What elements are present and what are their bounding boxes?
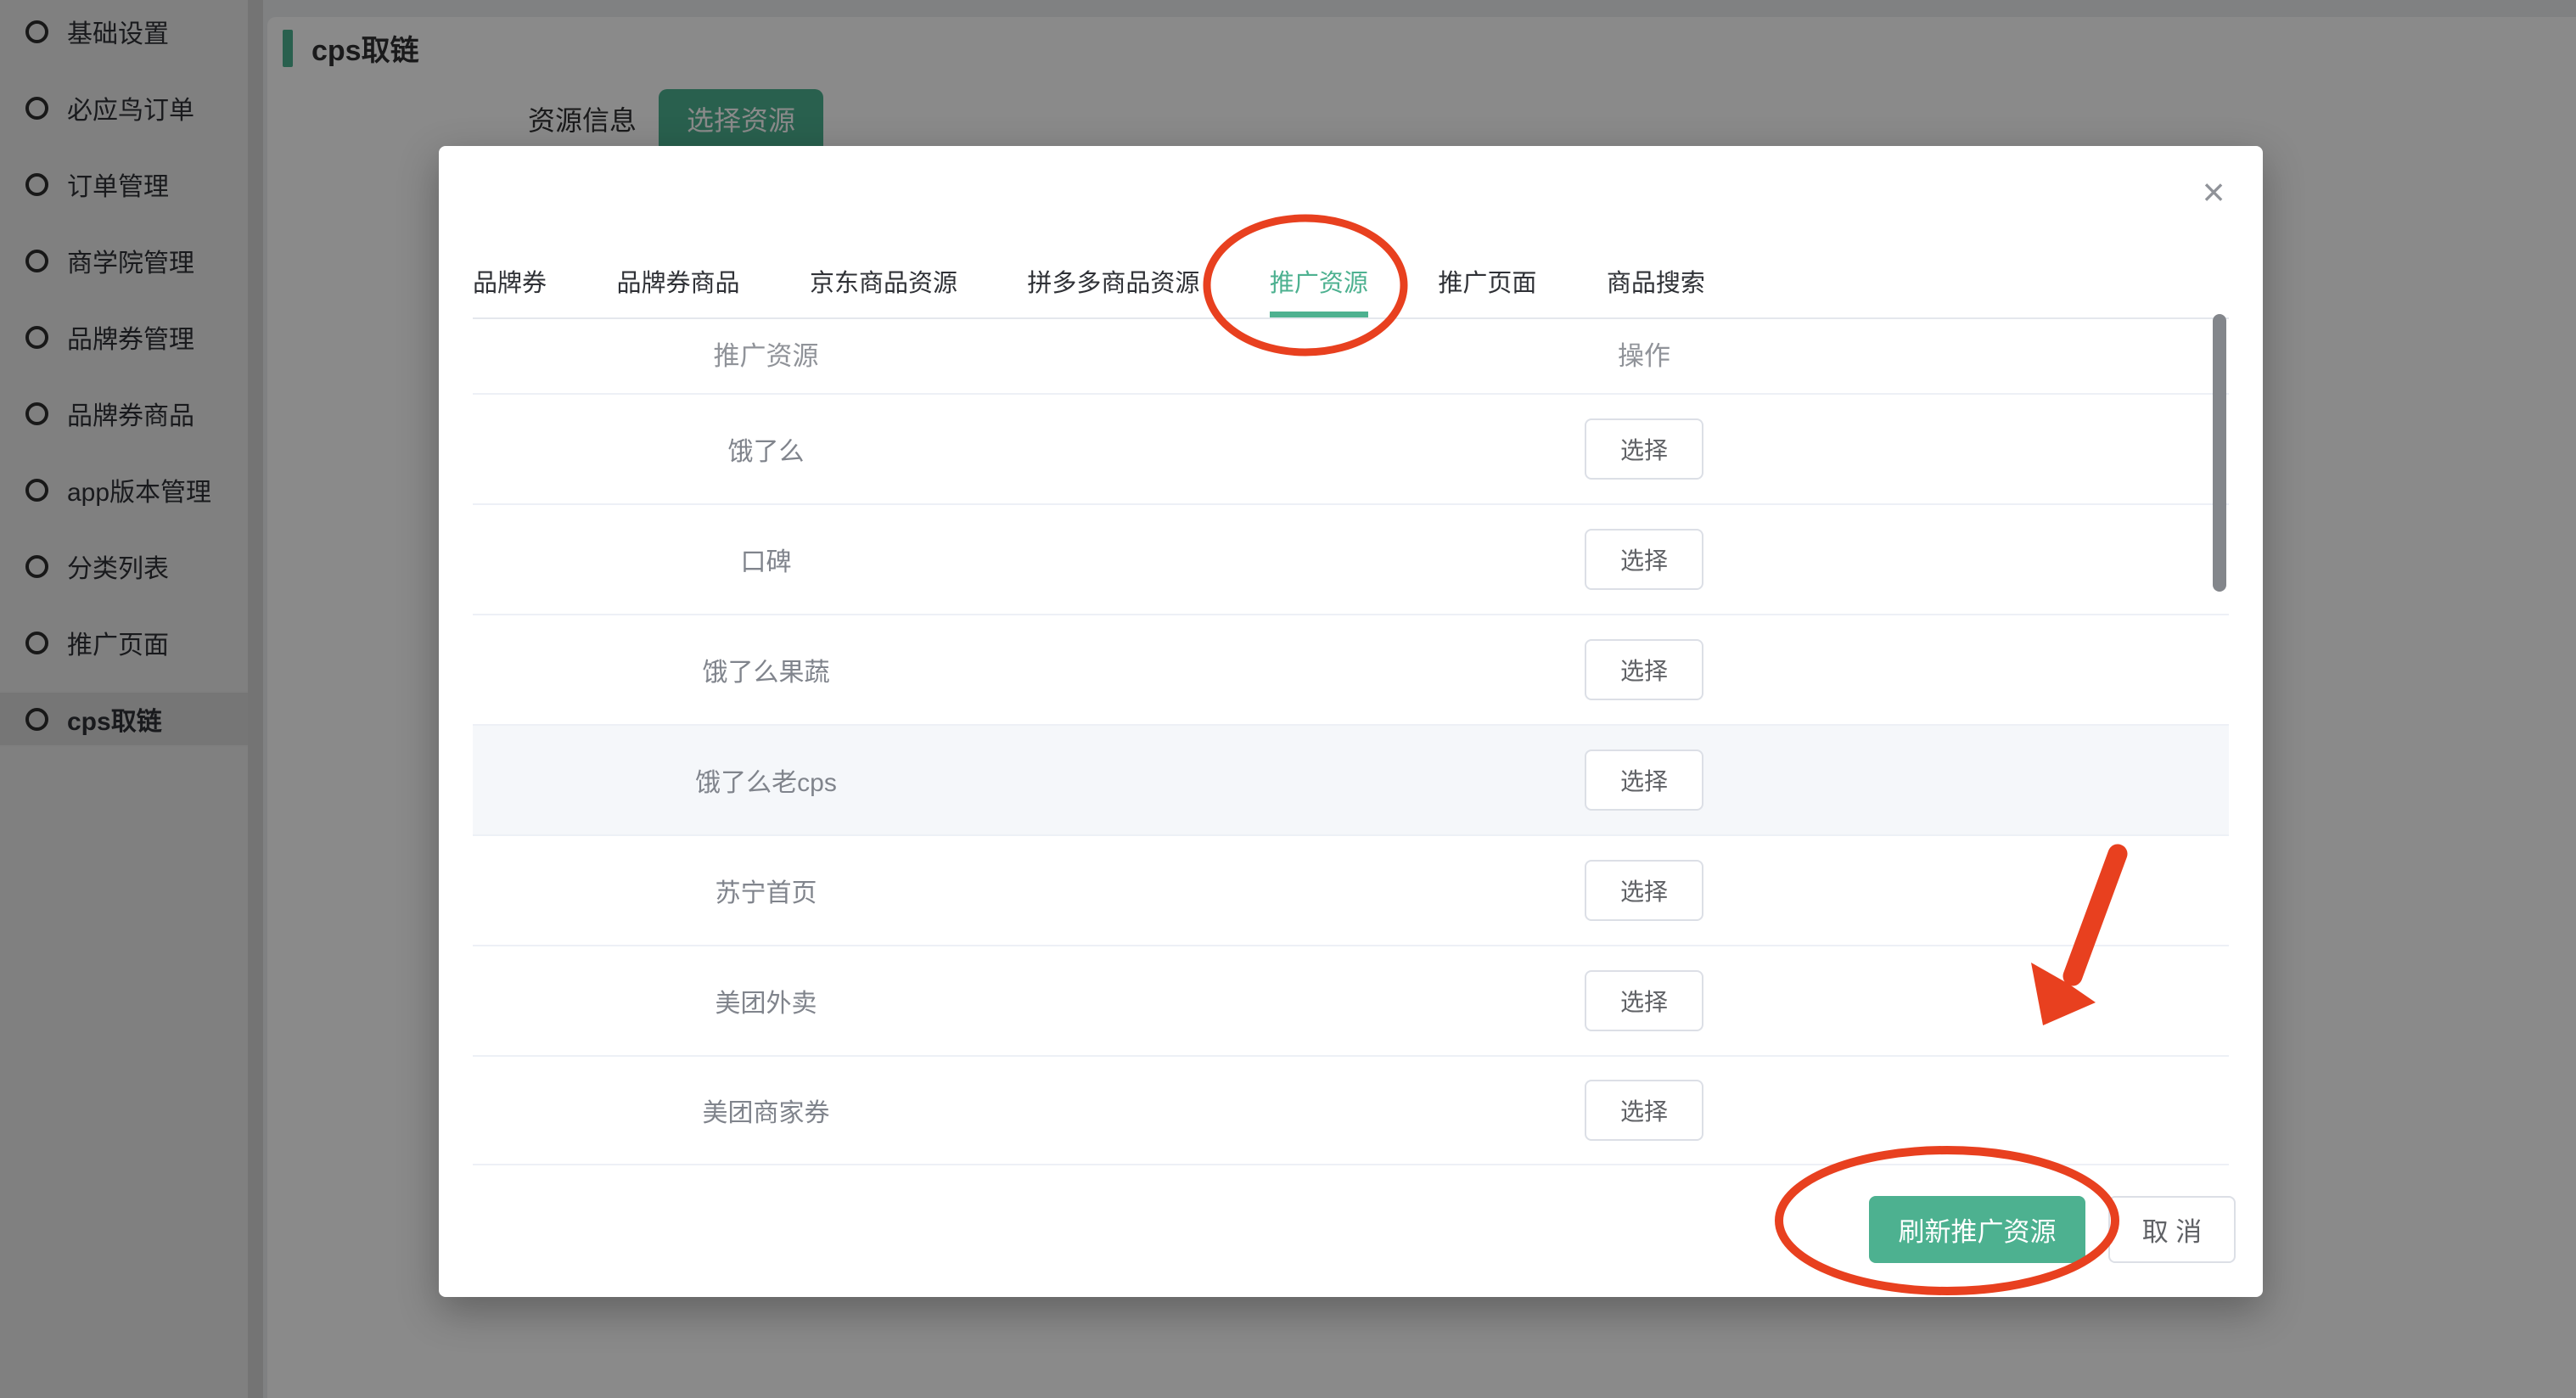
- dialog-tab-京东商品资源[interactable]: 京东商品资源: [810, 263, 957, 317]
- table-row: 苏宁首页 选择: [473, 834, 2229, 945]
- table-row: 饿了么 选择: [473, 393, 2229, 503]
- select-button[interactable]: 选择: [1585, 529, 1703, 590]
- select-button[interactable]: 选择: [1585, 1080, 1703, 1141]
- table-row: 口碑 选择: [473, 503, 2229, 614]
- table-row: 饿了么老cps 选择: [473, 724, 2229, 834]
- dialog-tab-推广资源[interactable]: 推广资源: [1270, 263, 1368, 317]
- table-row: 美团商家券 选择: [473, 1055, 2229, 1165]
- refresh-promotion-resources-button[interactable]: 刷新推广资源: [1869, 1196, 2085, 1263]
- select-button[interactable]: 选择: [1585, 639, 1703, 700]
- select-resource-dialog: × 品牌券 品牌券商品 京东商品资源 拼多多商品资源 推广资源 推广页面 商品搜…: [439, 146, 2263, 1297]
- table-scrollbar-thumb[interactable]: [2213, 314, 2226, 592]
- select-button[interactable]: 选择: [1585, 418, 1703, 480]
- table-row: 美团外卖 选择: [473, 945, 2229, 1055]
- resource-table: 推广资源 操作 饿了么 选择 口碑 选择 饿了么果蔬 选择 饿了么老cps 选择…: [473, 314, 2229, 1165]
- column-header-action: 操作: [1059, 334, 2229, 373]
- dialog-tab-品牌券商品[interactable]: 品牌券商品: [616, 263, 739, 317]
- column-header-resource: 推广资源: [473, 334, 1059, 373]
- dialog-tab-推广页面[interactable]: 推广页面: [1438, 263, 1536, 317]
- table-header-row: 推广资源 操作: [473, 314, 2229, 393]
- cancel-button[interactable]: 取 消: [2108, 1196, 2236, 1263]
- dialog-tabbar: 品牌券 品牌券商品 京东商品资源 拼多多商品资源 推广资源 推广页面 商品搜索: [473, 263, 2229, 319]
- select-button[interactable]: 选择: [1585, 750, 1703, 811]
- table-body: 饿了么 选择 口碑 选择 饿了么果蔬 选择 饿了么老cps 选择 苏宁首页 选择…: [473, 393, 2229, 1165]
- table-row: 饿了么果蔬 选择: [473, 614, 2229, 724]
- select-button[interactable]: 选择: [1585, 860, 1703, 921]
- close-icon[interactable]: ×: [2190, 168, 2237, 216]
- dialog-tab-品牌券[interactable]: 品牌券: [473, 263, 547, 317]
- dialog-tab-商品搜索[interactable]: 商品搜索: [1607, 263, 1705, 317]
- select-button[interactable]: 选择: [1585, 970, 1703, 1031]
- dialog-tab-拼多多商品资源[interactable]: 拼多多商品资源: [1027, 263, 1199, 317]
